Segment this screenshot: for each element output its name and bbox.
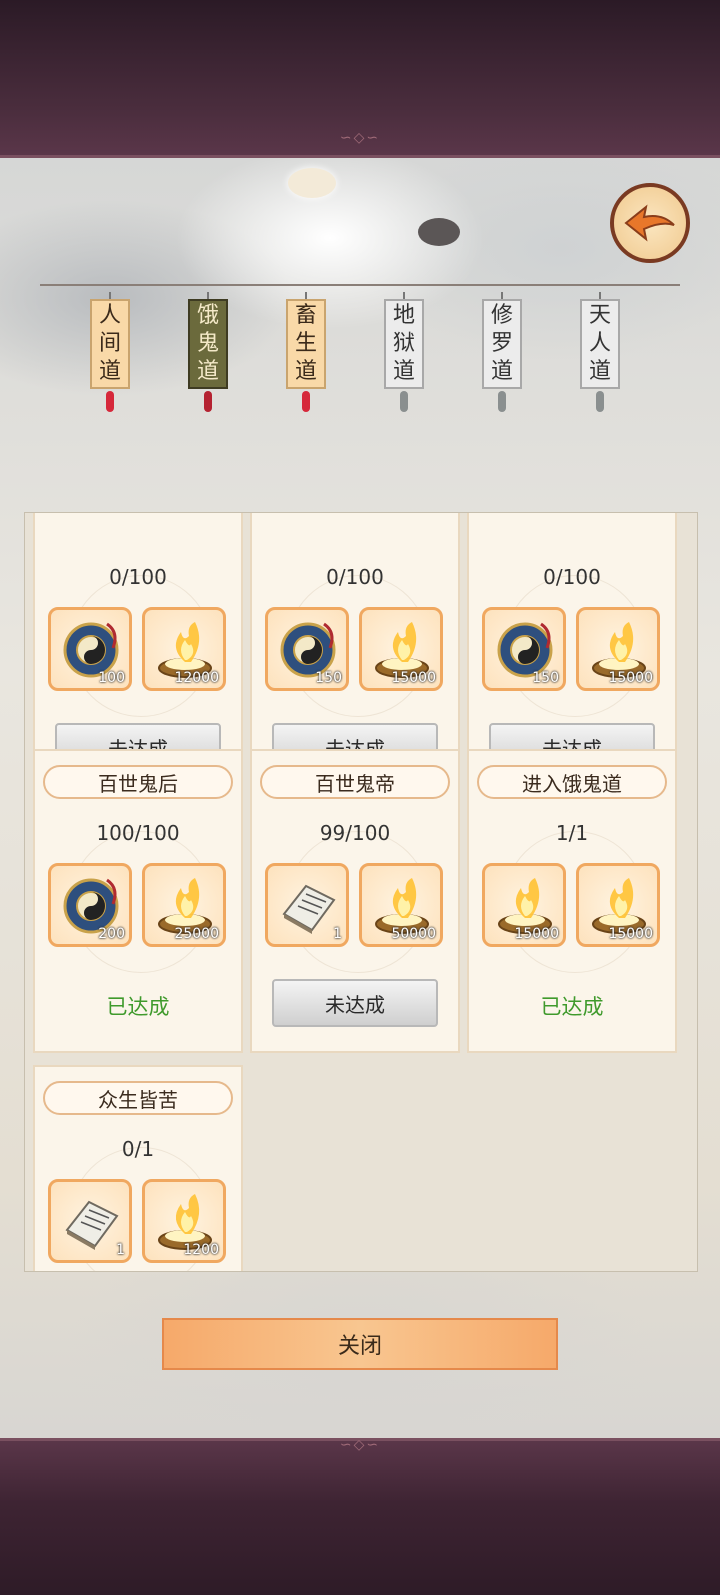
task-progress: 0/100: [109, 565, 167, 589]
task-card: 百世鬼后 100/100 200 25000 已达成: [33, 749, 243, 1053]
task-progress: 0/100: [326, 565, 384, 589]
tab-label-char: 间: [98, 330, 121, 356]
task-grid[interactable]: 0/10010012000未达成0/10015015000未达成0/100150…: [24, 512, 698, 1272]
status-not-achieved-button[interactable]: 未达成: [272, 979, 438, 1027]
tab-tassel: [204, 390, 212, 412]
reward-count: 50000: [391, 926, 436, 942]
reward-item[interactable]: 1: [48, 1179, 132, 1263]
reward-count: 1: [116, 1242, 125, 1258]
tab-2[interactable]: 饿鬼道: [188, 292, 228, 412]
tab-plate: 天人道: [580, 298, 620, 389]
tab-plate: 地狱道: [384, 298, 424, 389]
reward-item[interactable]: 15000: [576, 863, 660, 947]
reward-count: 25000: [174, 926, 219, 942]
scroll-book-icon: [282, 884, 336, 934]
reward-item[interactable]: 150: [265, 607, 349, 691]
tab-label-char: 地: [392, 302, 415, 328]
ornament-bottom: ∽◇∽: [339, 1437, 381, 1453]
tab-label-char: 道: [392, 358, 415, 384]
tab-label-char: 生: [294, 330, 317, 356]
back-button[interactable]: [610, 183, 690, 263]
tab-label-char: 道: [98, 358, 121, 384]
task-progress: 100/100: [96, 821, 180, 845]
tab-6[interactable]: 天人道: [580, 292, 620, 412]
reward-item[interactable]: 15000: [359, 607, 443, 691]
yinyang-light-dot: [288, 168, 336, 198]
reward-item[interactable]: 25000: [142, 863, 226, 947]
tab-tassel: [596, 390, 604, 412]
status-achieved: 已达成: [540, 995, 604, 1019]
reward-item[interactable]: 15000: [482, 863, 566, 947]
task-title: 进入饿鬼道: [477, 765, 667, 799]
top-frame: ∽◇∽: [0, 0, 720, 158]
tab-plate: 修罗道: [482, 298, 522, 389]
tab-tassel: [302, 390, 310, 412]
tab-label-char: 畜: [294, 302, 317, 328]
reward-item[interactable]: 200: [48, 863, 132, 947]
tab-label-char: 道: [490, 358, 513, 384]
task-progress: 0/1: [121, 1137, 155, 1161]
reward-count: 150: [532, 670, 559, 686]
task-title: 百世鬼帝: [260, 765, 450, 799]
tab-label-char: 修: [490, 302, 513, 328]
tab-plate: 饿鬼道: [188, 298, 228, 389]
reward-count: 150: [315, 670, 342, 686]
task-card: 众生皆苦 0/1 1 1200: [33, 1065, 243, 1271]
tab-label-char: 狱: [392, 330, 415, 356]
back-arrow-icon: [624, 204, 675, 242]
reward-count: 1200: [183, 1242, 219, 1258]
reward-item[interactable]: 1: [265, 863, 349, 947]
reward-item[interactable]: 12000: [142, 607, 226, 691]
task-card: 百世鬼帝 99/100 1 50000 未达成: [250, 749, 460, 1053]
tab-label-char: 道: [588, 358, 611, 384]
tab-label-char: 罗: [490, 330, 513, 356]
reward-item[interactable]: 150: [482, 607, 566, 691]
yinyang-dark-dot: [418, 218, 460, 246]
reward-count: 15000: [608, 670, 653, 686]
status-achieved: 已达成: [106, 995, 170, 1019]
reward-count: 15000: [391, 670, 436, 686]
task-progress: 99/100: [319, 821, 391, 845]
ornament-top: ∽◇∽: [339, 130, 381, 146]
tab-label-char: 道: [294, 358, 317, 384]
tab-rope: [40, 284, 680, 286]
tab-label-char: 道: [196, 358, 219, 384]
tab-3[interactable]: 畜生道: [286, 292, 326, 412]
close-button-label: 关闭: [337, 1334, 382, 1359]
tab-tassel: [106, 390, 114, 412]
tab-label-char: 人: [588, 330, 611, 356]
tab-5[interactable]: 修罗道: [482, 292, 522, 412]
task-progress: 1/1: [555, 821, 589, 845]
reward-item[interactable]: 15000: [576, 607, 660, 691]
tab-label-char: 鬼: [196, 330, 219, 356]
close-button[interactable]: 关闭: [162, 1318, 558, 1370]
reward-count: 200: [98, 926, 125, 942]
tab-label-char: 饿: [196, 302, 219, 328]
reward-count: 15000: [608, 926, 653, 942]
reward-count: 15000: [514, 926, 559, 942]
tab-tassel: [498, 390, 506, 412]
reward-item[interactable]: 1200: [142, 1179, 226, 1263]
task-title: 百世鬼后: [43, 765, 233, 799]
tab-4[interactable]: 地狱道: [384, 292, 424, 412]
task-title: 众生皆苦: [43, 1081, 233, 1115]
tab-tassel: [400, 390, 408, 412]
reward-count: 12000: [174, 670, 219, 686]
scroll-book-icon: [65, 1200, 119, 1250]
tab-plate: 人间道: [90, 298, 130, 389]
tab-1[interactable]: 人间道: [90, 292, 130, 412]
reward-item[interactable]: 100: [48, 607, 132, 691]
task-progress: 0/100: [543, 565, 601, 589]
reward-count: 100: [98, 670, 125, 686]
reward-count: 1: [333, 926, 342, 942]
reward-item[interactable]: 50000: [359, 863, 443, 947]
tab-plate: 畜生道: [286, 298, 326, 389]
tab-label-char: 人: [98, 302, 121, 328]
bottom-frame: ∽◇∽: [0, 1437, 720, 1595]
task-card: 进入饿鬼道 1/1 15000 15000 已达成: [467, 749, 677, 1053]
tab-label-char: 天: [588, 302, 611, 328]
